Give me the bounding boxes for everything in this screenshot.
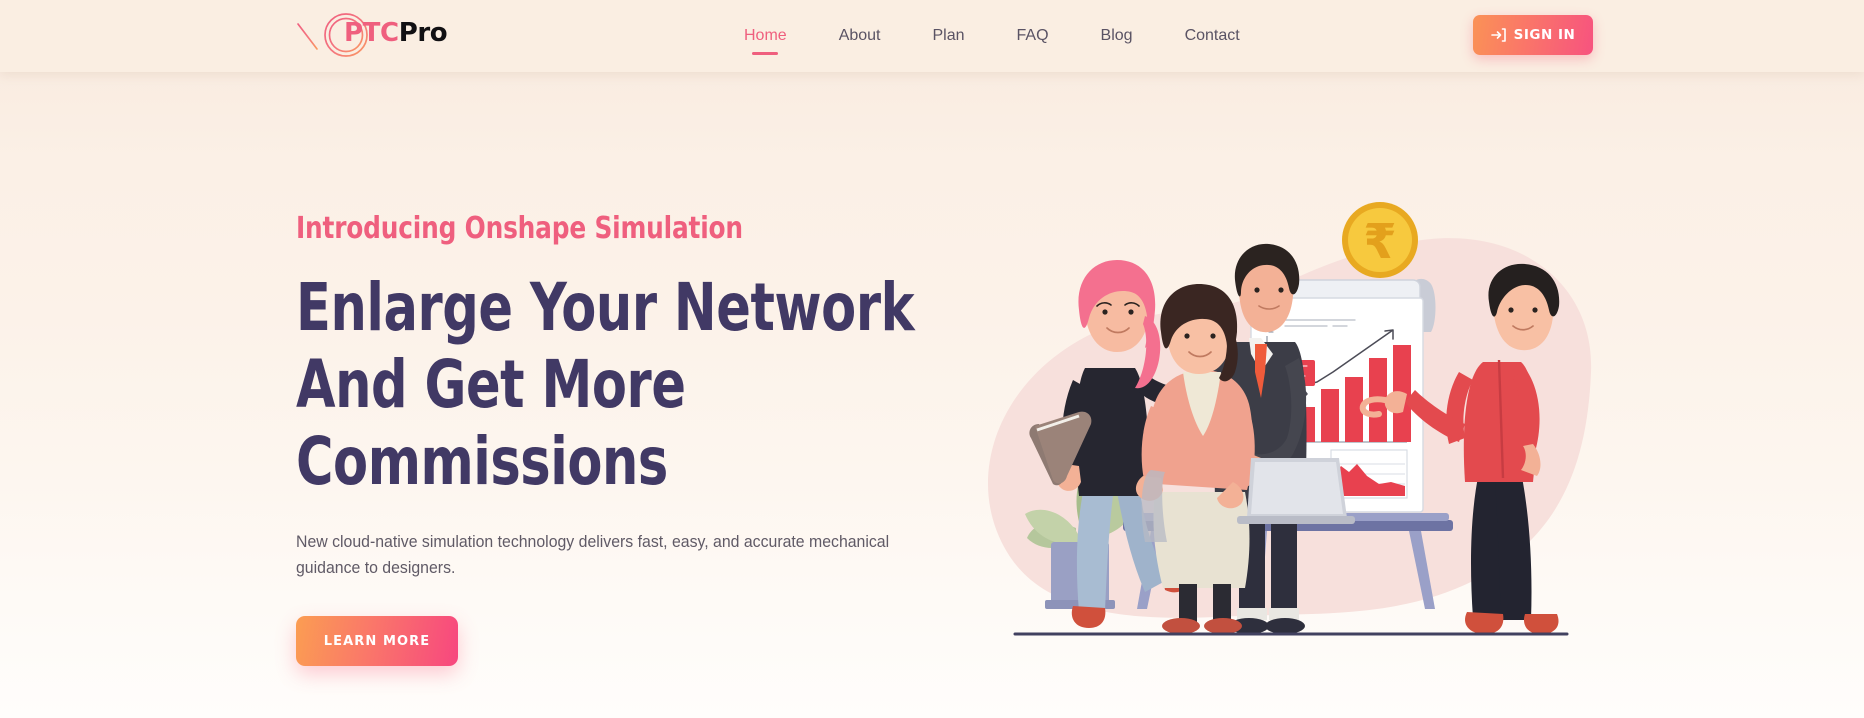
logo-text: PTCPro [344,18,448,48]
hero-copy: Introducing Onshape Simulation Enlarge Y… [296,211,956,667]
nav-item-contact[interactable]: Contact [1159,0,1266,72]
login-arrow-icon [1490,28,1506,42]
learn-more-button[interactable]: LEARN MORE [296,616,458,667]
nav-item-blog[interactable]: Blog [1075,0,1159,72]
sign-in-button[interactable]: SIGN IN [1473,15,1593,55]
nav-item-faq[interactable]: FAQ [991,0,1075,72]
bar-3 [1321,389,1339,442]
nav-item-home[interactable]: Home [718,0,813,72]
logo[interactable]: PTCPro [296,8,448,64]
nav-item-plan[interactable]: Plan [907,0,991,72]
svg-text:₹: ₹ [1363,214,1396,270]
hero-subcopy: New cloud-native simulation technology d… [296,532,890,578]
landing-page: PTCPro Home About Plan FAQ Blog Contact … [0,0,1864,718]
nav-item-about[interactable]: About [813,0,907,72]
hero-section: Introducing Onshape Simulation Enlarge Y… [0,72,1864,718]
hero-eyebrow: Introducing Onshape Simulation [296,211,743,246]
main-nav: Home About Plan FAQ Blog Contact [718,0,1266,72]
logo-text-primary: PTC [344,18,399,48]
logo-text-secondary: Pro [398,18,448,48]
business-team-presentation-illustration: ₹ [987,202,1592,636]
hero-headline: Enlarge Your Network And Get More Commis… [296,269,915,501]
sign-in-label: SIGN IN [1513,27,1576,43]
laptop [1237,458,1355,524]
gold-rupee-coin: ₹ [1342,202,1418,278]
site-header: PTCPro Home About Plan FAQ Blog Contact … [0,0,1864,72]
hero-illustration: ₹ [955,72,1595,718]
